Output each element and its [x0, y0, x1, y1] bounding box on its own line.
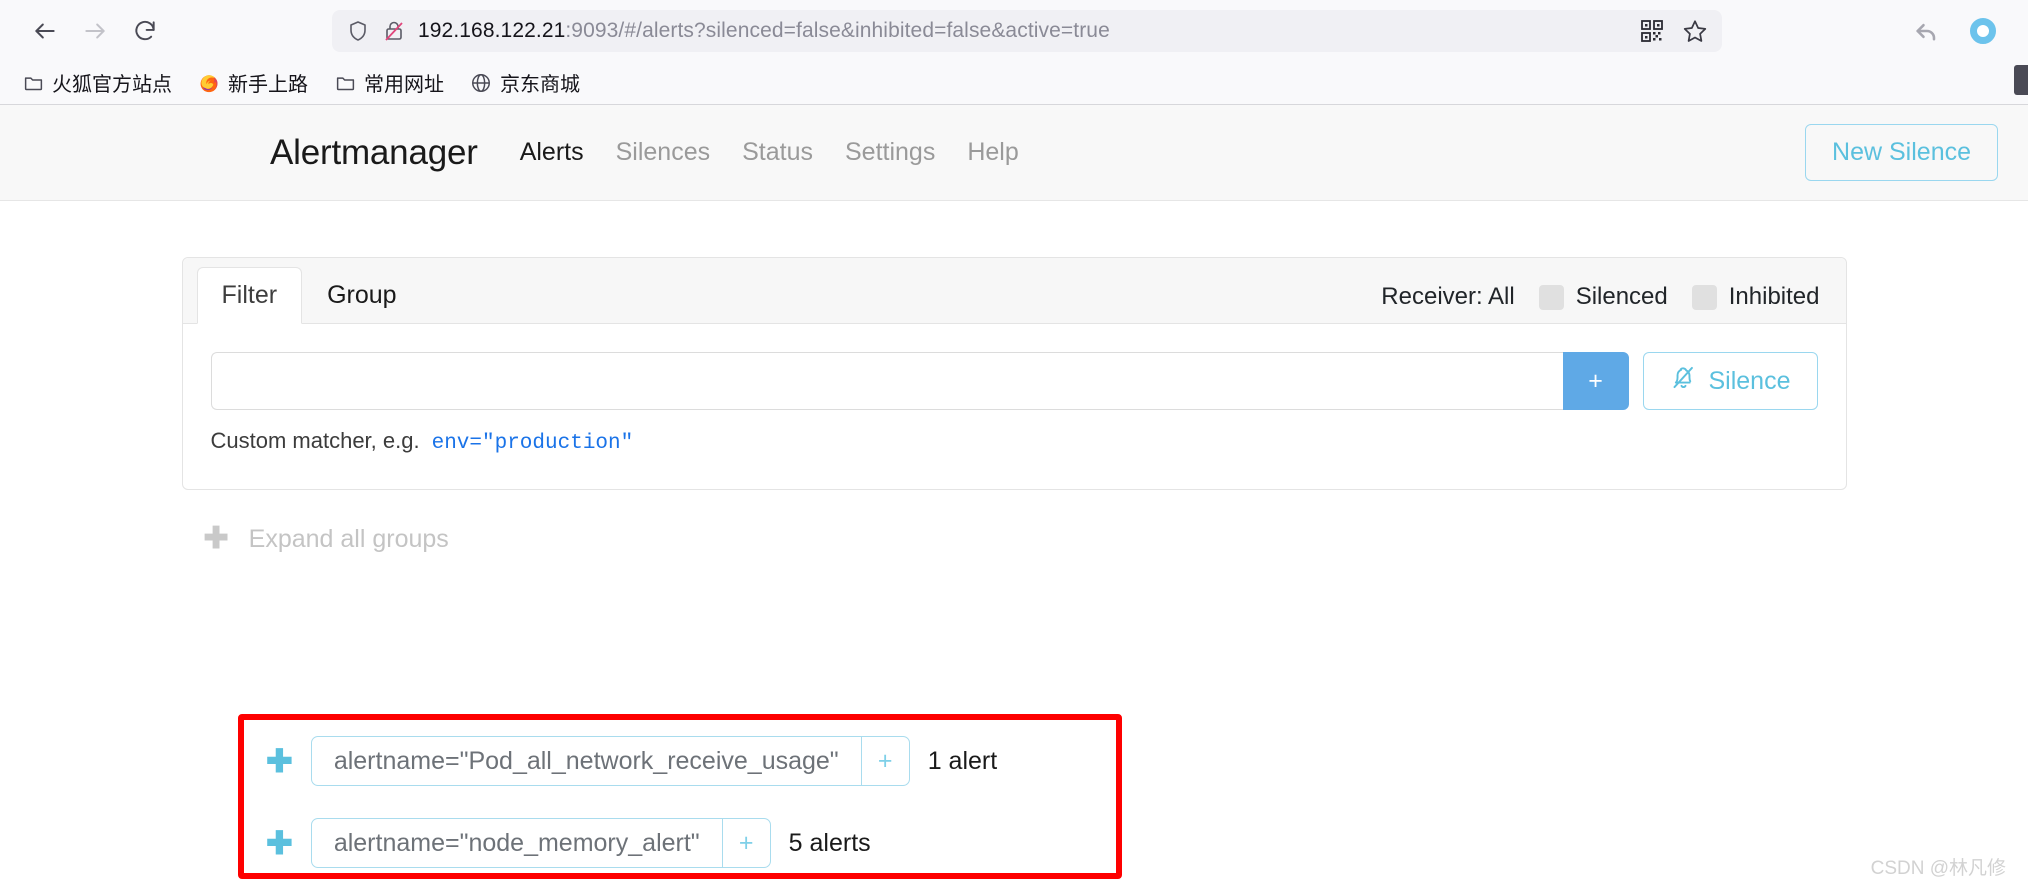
reload-button[interactable]	[122, 8, 168, 54]
matcher-input-group: +	[210, 352, 1629, 410]
inhibited-checkbox-box[interactable]	[1691, 284, 1717, 310]
content-container: Filter Group Receiver: All Silenced Inhi…	[181, 257, 1847, 554]
browser-toolbar: 192.168.122.21:9093/#/alerts?silenced=fa…	[0, 0, 2028, 61]
inhibited-checkbox[interactable]: Inhibited	[1691, 283, 1820, 311]
silenced-checkbox[interactable]: Silenced	[1538, 283, 1668, 311]
app-nav-links: Alerts Silences Status Settings Help	[504, 138, 1035, 167]
new-silence-button[interactable]: New Silence	[1805, 124, 1998, 181]
page-content: Filter Group Receiver: All Silenced Inhi…	[0, 201, 2028, 894]
bookmarks-overflow-button[interactable]	[2014, 65, 2028, 95]
matcher-hint-prefix: Custom matcher, e.g.	[210, 428, 420, 453]
nav-link-status[interactable]: Status	[726, 138, 829, 167]
silenced-checkbox-box[interactable]	[1538, 284, 1564, 310]
filter-card: Filter Group Receiver: All Silenced Inhi…	[181, 257, 1847, 490]
bookmark-item[interactable]: 京东商城	[470, 68, 580, 97]
qr-code-icon[interactable]	[1640, 19, 1664, 43]
bookmarks-bar: 火狐官方站点 新手上路 常用网址 京东商城	[0, 61, 2028, 105]
filter-tabs: Filter Group	[196, 266, 422, 324]
alert-group-matcher-pill: alertname="Pod_all_network_receive_usage…	[310, 736, 910, 786]
alert-groups-highlight: ✚ alertname="Pod_all_network_receive_usa…	[238, 714, 1122, 879]
url-text[interactable]: 192.168.122.21:9093/#/alerts?silenced=fa…	[418, 20, 1620, 41]
filter-header-controls: Receiver: All Silenced Inhibited	[1381, 283, 1819, 323]
tab-group[interactable]: Group	[302, 267, 421, 324]
reload-icon	[135, 20, 155, 40]
toolbar-right-actions	[1886, 8, 2006, 54]
lock-slashed-icon[interactable]	[382, 19, 406, 43]
plus-icon[interactable]: ✚	[266, 827, 293, 859]
folder-icon	[22, 72, 44, 94]
matcher-hint: Custom matcher, e.g. env="production"	[211, 428, 1818, 455]
nav-link-settings[interactable]: Settings	[829, 138, 951, 167]
star-icon[interactable]	[1682, 18, 1708, 44]
silence-button-label: Silence	[1708, 366, 1791, 395]
navigation-buttons	[22, 8, 168, 54]
plus-icon: ✚	[203, 522, 229, 555]
forward-button[interactable]	[72, 8, 118, 54]
silenced-checkbox-label: Silenced	[1575, 283, 1668, 310]
address-bar[interactable]: 192.168.122.21:9093/#/alerts?silenced=fa…	[332, 9, 1722, 52]
urlbar-container: 192.168.122.21:9093/#/alerts?silenced=fa…	[168, 9, 1886, 52]
alert-group-matcher-add-button[interactable]: +	[721, 819, 770, 867]
alert-group-matcher-label[interactable]: alertname="Pod_all_network_receive_usage…	[312, 737, 861, 785]
bookmark-item[interactable]: 火狐官方站点	[22, 68, 172, 97]
alert-group-count: 1 alert	[927, 746, 998, 775]
globe-icon	[470, 72, 492, 94]
app-navbar: Alertmanager Alerts Silences Status Sett…	[0, 105, 2028, 201]
circle-icon	[1970, 17, 1996, 44]
tab-filter[interactable]: Filter	[196, 267, 303, 324]
nav-link-silences[interactable]: Silences	[600, 138, 727, 167]
url-host: 192.168.122.21	[418, 20, 566, 41]
matcher-input[interactable]	[210, 352, 1563, 410]
watermark: CSDN @林凡修	[1870, 858, 2006, 879]
receiver-selector[interactable]: Receiver: All	[1381, 283, 1514, 311]
arrow-left-icon	[35, 23, 55, 38]
alert-group-matcher-label[interactable]: alertname="node_memory_alert"	[312, 819, 722, 867]
add-matcher-button[interactable]: +	[1562, 352, 1629, 410]
filter-card-body: + Silence Custom matcher, e.g. env="prod…	[183, 324, 1846, 489]
bell-slash-icon	[1670, 364, 1697, 398]
filter-card-header: Filter Group Receiver: All Silenced Inhi…	[182, 258, 1846, 324]
alert-group-matcher-add-button[interactable]: +	[860, 737, 909, 785]
alert-group-row: ✚ alertname="Pod_all_network_receive_usa…	[244, 720, 1116, 802]
url-path: :9093/#/alerts?silenced=false&inhibited=…	[565, 20, 1110, 41]
bookmark-label: 京东商城	[500, 74, 580, 96]
arrow-right-icon	[85, 23, 105, 38]
bookmark-label: 常用网址	[364, 74, 444, 96]
plus-icon[interactable]: ✚	[266, 745, 293, 777]
bookmark-item[interactable]: 常用网址	[334, 68, 444, 97]
nav-link-alerts[interactable]: Alerts	[504, 138, 600, 167]
alert-group-count: 5 alerts	[788, 828, 871, 857]
folder-icon	[334, 72, 356, 94]
browser-chrome: 192.168.122.21:9093/#/alerts?silenced=fa…	[0, 0, 2028, 105]
undo-button[interactable]	[1904, 8, 1950, 54]
expand-all-groups-label: Expand all groups	[248, 524, 449, 553]
matcher-hint-example[interactable]: env="production"	[432, 432, 634, 455]
bookmark-item[interactable]: 新手上路	[198, 68, 308, 97]
bookmark-label: 火狐官方站点	[52, 74, 172, 96]
expand-all-groups-button[interactable]: ✚ Expand all groups	[182, 524, 1847, 554]
back-button[interactable]	[22, 8, 68, 54]
silence-button[interactable]: Silence	[1642, 352, 1818, 410]
nav-link-help[interactable]: Help	[951, 138, 1034, 167]
shield-icon[interactable]	[346, 19, 370, 43]
bookmark-label: 新手上路	[228, 74, 308, 96]
app-brand[interactable]: Alertmanager	[270, 133, 478, 173]
firefox-icon	[198, 72, 220, 94]
alert-group-matcher-pill: alertname="node_memory_alert" +	[310, 818, 771, 868]
matcher-input-row: + Silence	[210, 352, 1818, 410]
alert-group-row: ✚ alertname="node_memory_alert" + 5 aler…	[244, 802, 1116, 884]
urlbar-actions	[1632, 18, 1708, 44]
inhibited-checkbox-label: Inhibited	[1728, 283, 1820, 310]
account-button[interactable]	[1960, 8, 2006, 54]
undo-arrow-icon	[1916, 23, 1936, 40]
